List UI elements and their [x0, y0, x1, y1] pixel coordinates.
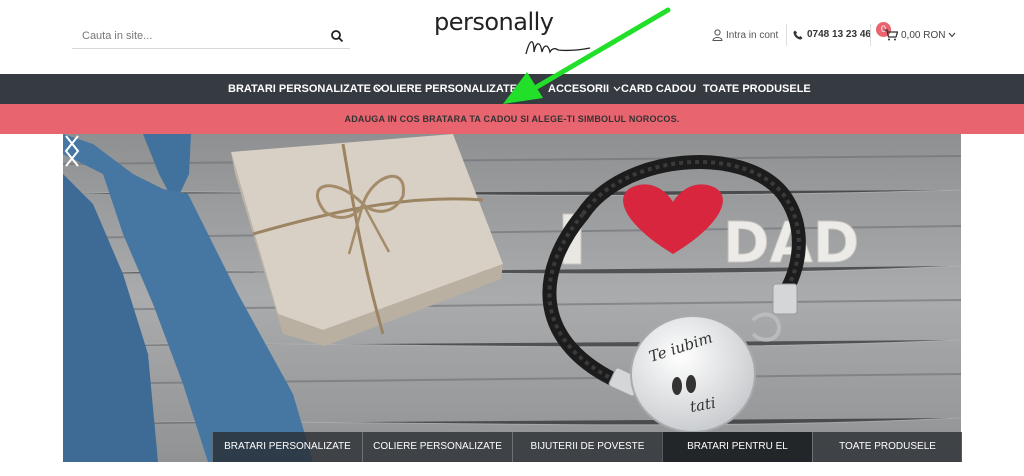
phone-link[interactable]: 0748 13 23 46 [793, 29, 871, 40]
divider [786, 24, 787, 46]
nav-item-label: COLIERE PERSONALIZATE [373, 83, 518, 95]
chevron-down-icon [521, 86, 529, 92]
chevron-down-icon [949, 32, 956, 38]
nav-item-label: ACCESORII [548, 83, 610, 95]
slider-tab-bijuterii-de-poveste[interactable]: BIJUTERII DE POVESTE [512, 432, 662, 462]
user-icon [712, 29, 723, 41]
cart-button[interactable]: 0,00 RON [884, 29, 956, 41]
slider-tabs: BRATARI PERSONALIZATE COLIERE PERSONALIZ… [212, 432, 962, 462]
site-header: personally Intra in cont 0748 13 23 46 0… [0, 0, 1024, 74]
arrow-right-icon[interactable] [63, 134, 81, 168]
main-navigation: BRATARI PERSONALIZATE COLIERE PERSONALIZ… [0, 74, 1024, 104]
nav-item-label: BRATARI PERSONALIZATE [228, 83, 371, 95]
hero-slider: DAD Te iubim tati [63, 134, 961, 462]
cart-total: 0,00 RON [901, 29, 946, 41]
site-logo[interactable]: personally [434, 6, 594, 62]
promo-bar: ADAUGA IN COS BRATARA TA CADOU SI ALEGE-… [0, 104, 1024, 134]
hero-image: DAD Te iubim tati [63, 134, 961, 462]
promo-text: ADAUGA IN COS BRATARA TA CADOU SI ALEGE-… [344, 114, 680, 124]
phone-number: 0748 13 23 46 [807, 29, 871, 40]
nav-item-toate-produsele[interactable]: TOATE PRODUSELE [703, 83, 811, 95]
chevron-down-icon [613, 86, 621, 92]
logo-script-mark [525, 41, 591, 55]
nav-item-coliere-personalizate[interactable]: COLIERE PERSONALIZATE [373, 83, 529, 95]
search-input[interactable] [82, 28, 322, 44]
nav-item-card-cadou[interactable]: CARD CADOU [621, 83, 696, 95]
cart-icon [884, 29, 898, 41]
nav-item-label: CARD CADOU [621, 83, 697, 95]
account-label: Intra in cont [726, 29, 779, 41]
divider [870, 24, 871, 46]
slider-tab-toate-produsele[interactable]: TOATE PRODUSELE [812, 432, 962, 462]
slider-tab-bratari-personalizate[interactable]: BRATARI PERSONALIZATE [212, 432, 362, 462]
phone-icon [793, 30, 803, 39]
nav-item-label: TOATE PRODUSELE [703, 83, 811, 95]
slider-tab-coliere-personalizate[interactable]: COLIERE PERSONALIZATE [362, 432, 512, 462]
slider-tab-bratari-pentru-el[interactable]: BRATARI PENTRU EL [662, 432, 812, 462]
search-icon[interactable] [330, 29, 344, 43]
account-link[interactable]: Intra in cont [712, 29, 778, 41]
nav-item-bratari-personalizate[interactable]: BRATARI PERSONALIZATE [228, 83, 383, 95]
logo-text: personally [434, 8, 554, 36]
nav-item-accesorii[interactable]: ACCESORII [548, 83, 621, 95]
search-box [72, 24, 350, 49]
